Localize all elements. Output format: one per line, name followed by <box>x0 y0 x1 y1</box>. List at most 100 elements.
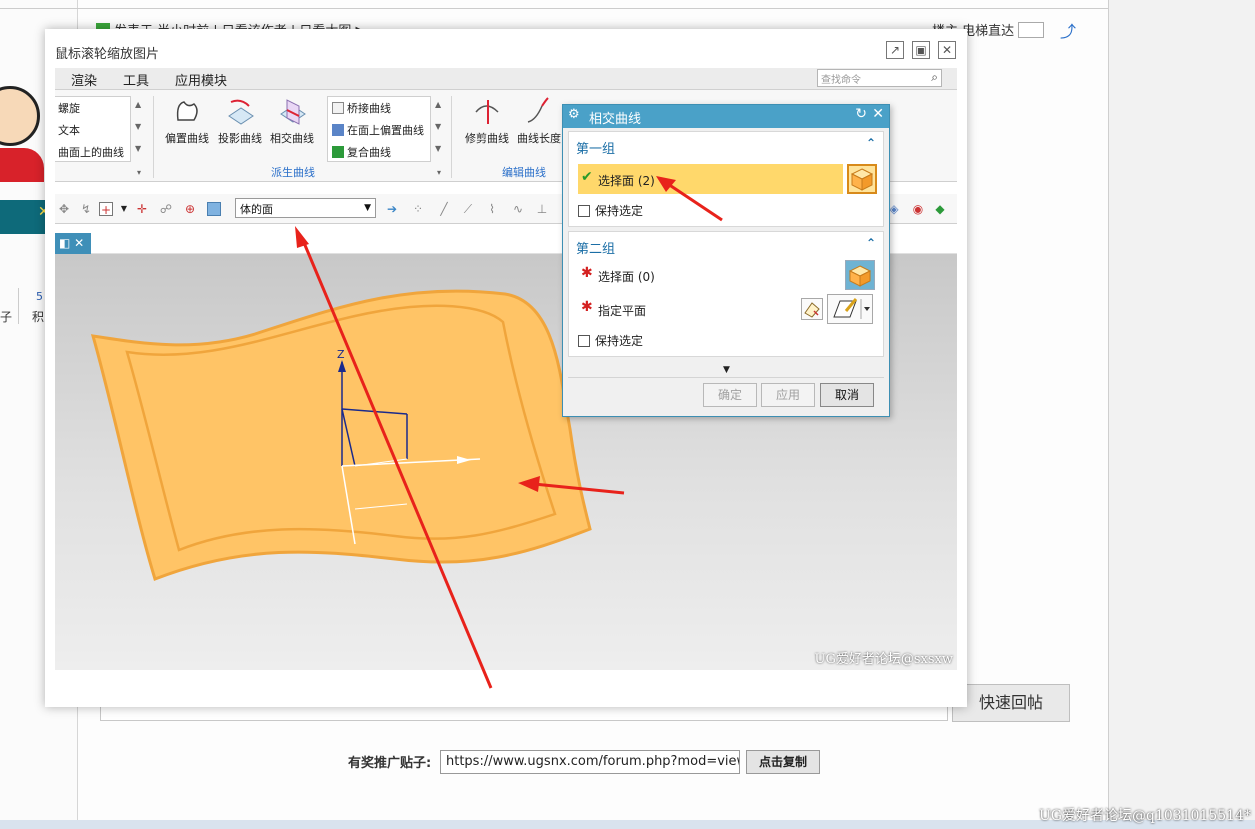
copy-button[interactable]: 点击复制 <box>746 750 820 774</box>
group2-section: 第二组 ⌃ ✱ 选择面 (0) ✱ 指定平面 保持选定 <box>568 231 884 357</box>
collapse-icon[interactable]: ⌃ <box>866 236 876 250</box>
viewport-watermark: UG爱好者论坛@sxsxw <box>814 652 953 667</box>
selection-filter-select[interactable]: 体的面 ▼ <box>235 198 376 218</box>
user-stat-label: 子 <box>0 310 13 324</box>
deselect-icon[interactable]: ↯ <box>79 202 93 216</box>
checkbox[interactable] <box>578 205 590 217</box>
select-feature-icon[interactable]: ⊕ <box>183 202 197 216</box>
close-icon[interactable]: ✕ <box>872 106 884 122</box>
menu-render[interactable]: 渲染 <box>71 70 97 89</box>
scroll-up-icon[interactable]: ▲ <box>435 100 441 109</box>
inferred-plane-button[interactable] <box>827 294 873 324</box>
quick-reply-button[interactable]: 快速回帖 <box>952 684 1070 722</box>
line-snap-icon[interactable]: ╱ <box>437 202 451 216</box>
scroll-down-icon[interactable]: ▼ <box>135 122 141 131</box>
more-icon[interactable]: ▼ <box>135 144 141 153</box>
select-similar-icon[interactable]: ☍ <box>159 202 173 216</box>
page-watermark: UG爱好者论坛@q1031015514* <box>1038 808 1251 824</box>
filter-dropdown-icon[interactable]: ▼ <box>117 202 131 216</box>
close-icon[interactable]: ✕ <box>938 41 956 59</box>
group-derived-curves: 派生曲线 <box>271 166 315 179</box>
right-column <box>1108 0 1255 829</box>
composite-curve-item[interactable]: 复合曲线 <box>332 144 391 160</box>
text-item[interactable]: 文本 <box>58 122 80 138</box>
user-stat-value[interactable]: 5 <box>36 290 43 303</box>
group2-keep-selected[interactable]: 保持选定 <box>578 332 643 349</box>
trim-curve-button[interactable]: 修剪曲线 <box>460 96 514 146</box>
group2-select-face[interactable]: ✱ 选择面 (0) <box>578 260 843 290</box>
composite-curve-icon <box>332 146 344 158</box>
cancel-button[interactable]: 取消 <box>820 383 874 407</box>
filter-icon[interactable]: + <box>99 202 113 217</box>
project-curve-button[interactable]: 投影曲线 <box>213 96 267 146</box>
dialog-title: 相交曲线 <box>589 112 642 127</box>
select-face-cube-button[interactable] <box>847 164 877 194</box>
reset-icon[interactable]: ↻ <box>855 106 867 122</box>
check-icon: ✔ <box>581 169 593 185</box>
plane-icon <box>804 302 820 318</box>
layer-icon[interactable]: ◆ <box>933 202 947 216</box>
endpoint-icon[interactable]: ⟋ <box>461 202 475 216</box>
cube-icon <box>850 168 874 191</box>
project-curve-icon <box>228 99 254 125</box>
intersect-curve-button[interactable]: 相交曲线 <box>265 96 319 146</box>
offset-in-face-item[interactable]: 在面上偏置曲线 <box>332 122 424 138</box>
curve-length-icon <box>527 97 549 123</box>
fit-size-icon[interactable]: ▣ <box>912 41 930 59</box>
menu-tools[interactable]: 工具 <box>123 70 149 89</box>
required-icon: ✱ <box>581 299 593 315</box>
open-new-window-icon[interactable]: ↗ <box>886 41 904 59</box>
curve-length-button[interactable]: 曲线长度 <box>512 96 566 146</box>
group-more-icon[interactable]: ▾ <box>437 168 441 177</box>
spiral-item[interactable]: 螺旋 <box>58 100 80 116</box>
apply-button[interactable]: 应用 <box>761 383 815 407</box>
more-icon[interactable]: ▼ <box>435 144 441 153</box>
group1-select-face[interactable]: ✔ 选择面 (2) <box>578 164 843 194</box>
offset-curve-button[interactable]: 偏置曲线 <box>160 96 214 146</box>
expand-more-icon[interactable]: ▼ <box>723 365 730 375</box>
gear-icon[interactable]: ⚙ <box>568 107 580 122</box>
menu-app-modules[interactable]: 应用模块 <box>175 70 227 89</box>
floor-input[interactable] <box>1018 22 1045 38</box>
intersect-curve-icon <box>280 99 306 125</box>
plane-dialog-button[interactable] <box>801 298 823 320</box>
group2-title[interactable]: 第二组 <box>576 238 615 257</box>
point-snap-icon[interactable]: ⁘ <box>411 202 425 216</box>
checkbox[interactable] <box>578 335 590 347</box>
select-body-icon[interactable] <box>207 202 221 216</box>
select-tool-icon[interactable]: ✥ <box>57 202 71 216</box>
group1-section: 第一组 ⌃ ✔ 选择面 (2) 保持选定 <box>568 131 884 227</box>
snap-icon[interactable]: ✛ <box>135 202 149 216</box>
perpendicular-icon[interactable]: ⊥ <box>535 202 549 216</box>
bridge-curve-icon <box>332 102 344 114</box>
curve-list: 螺旋 文本 曲面上的曲线 <box>55 96 131 162</box>
search-icon[interactable]: ⌕ <box>931 70 938 85</box>
avatar[interactable] <box>0 78 46 182</box>
trim-curve-icon <box>475 100 499 124</box>
ok-button[interactable]: 确定 <box>703 383 757 407</box>
scroll-down-icon[interactable]: ▼ <box>435 122 441 131</box>
required-icon: ✱ <box>581 265 593 281</box>
wcs-icon[interactable]: ◉ <box>911 202 925 216</box>
arrow-right-icon[interactable]: ➔ <box>385 202 399 216</box>
elevator-icon[interactable]: ⤴ <box>1060 18 1076 42</box>
curve-on-surface-item[interactable]: 曲面上的曲线 <box>58 144 124 160</box>
group1-title[interactable]: 第一组 <box>576 138 615 157</box>
command-search[interactable]: 查找命令 ⌕ <box>817 69 942 87</box>
tab-model[interactable]: ◧ ✕ <box>55 233 91 254</box>
group-more-icon[interactable]: ▾ <box>137 168 141 177</box>
nx-menubar: 渲染 工具 应用模块 查找命令 ⌕ <box>55 68 957 90</box>
dialog-header: ⚙ 相交曲线 ↻ ✕ <box>563 105 889 128</box>
promo-url-field[interactable]: https://www.ugsnx.com/forum.php?mod=view… <box>440 750 740 774</box>
collapse-icon[interactable]: ⌃ <box>866 136 876 150</box>
offset-curve-icon <box>176 101 198 121</box>
chevron-down-icon: ▼ <box>364 203 371 213</box>
group-edit-curves: 编辑曲线 <box>502 166 546 179</box>
select-face-cube-button[interactable] <box>845 260 875 290</box>
spline-snap-icon[interactable]: ∿ <box>511 202 525 216</box>
group1-keep-selected[interactable]: 保持选定 <box>578 202 643 219</box>
bridge-curve-item[interactable]: 桥接曲线 <box>332 100 391 116</box>
scroll-up-icon[interactable]: ▲ <box>135 100 141 109</box>
lightbox-title: 鼠标滚轮缩放图片 <box>55 47 160 62</box>
curve-snap-icon[interactable]: ⌇ <box>485 202 499 216</box>
